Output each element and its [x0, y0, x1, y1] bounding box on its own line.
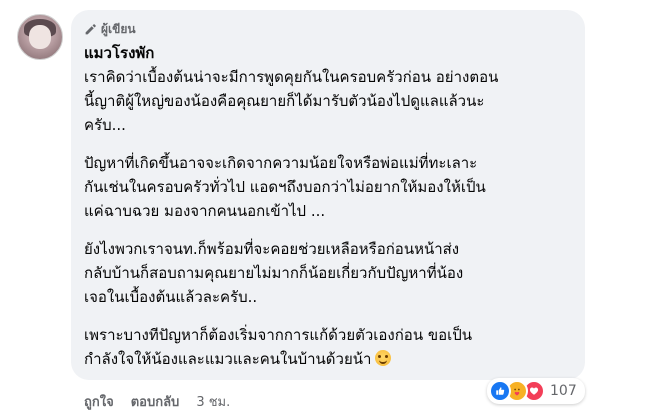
- text-line: นี้ญาติผู้ใหญ่ของน้องคือคุณยายก็ได้มารับ…: [84, 92, 485, 110]
- text-line: กำลังใจให้น้องและแมวและคนในบ้านด้วยน้า: [84, 347, 574, 371]
- reaction-summary[interactable]: 107: [487, 378, 585, 404]
- text-line-content: กำลังใจให้น้องและแมวและคนในบ้านด้วยน้า: [84, 350, 372, 368]
- smiling-face-emoji-icon: [375, 350, 392, 366]
- comment-timestamp[interactable]: 3 ชม.: [196, 391, 230, 412]
- author-name[interactable]: แมวโรงพัก: [84, 41, 154, 65]
- like-button[interactable]: ถูกใจ: [84, 391, 114, 412]
- text-line: ปัญหาที่เกิดขึ้นอาจจะเกิดจากความน้อยใจหร…: [84, 154, 478, 172]
- comment-actions: ถูกใจ ตอบกลับ 3 ชม.: [84, 391, 230, 412]
- text-line: เพราะบางทีปัญหาก็ต้องเริ่มจากการแก้ด้วยต…: [84, 326, 473, 344]
- pencil-icon: [85, 24, 96, 35]
- comment-paragraph: ยังไงพวกเราจนท.ก็พร้อมที่จะคอยช่วยเหลือห…: [84, 237, 574, 309]
- text-line: กันเช่นในครอบครัวทั่วไป แอดฯถึงบอกว่าไม่…: [84, 178, 486, 196]
- comment-paragraph: ปัญหาที่เกิดขึ้นอาจจะเกิดจากความน้อยใจหร…: [84, 151, 574, 223]
- reply-button[interactable]: ตอบกลับ: [131, 391, 180, 412]
- text-line: แค่ฉาบฉวย มองจากคนนอกเข้าไป ...: [84, 202, 326, 220]
- text-line: กลับบ้านก็สอบถามคุณยายไม่มากก็น้อยเกี่ยว…: [84, 264, 464, 282]
- comment-paragraph: เพราะบางทีปัญหาก็ต้องเริ่มจากการแก้ด้วยต…: [84, 323, 574, 371]
- like-icon: [489, 380, 511, 402]
- avatar[interactable]: [17, 14, 63, 60]
- text-line: ครับ...: [84, 116, 126, 134]
- comment-bubble: ผู้เขียน แมวโรงพัก เราคิดว่าเบื้องต้นน่า…: [71, 10, 585, 380]
- avatar-face: [29, 25, 51, 49]
- reaction-count: 107: [550, 383, 577, 399]
- author-badge-label: ผู้เขียน: [101, 22, 136, 36]
- comment-text: เราคิดว่าเบื้องต้นน่าจะมีการพูดคุยกันในค…: [84, 65, 574, 385]
- text-line: เจอในเบื้องต้นแล้วละครับ..: [84, 288, 258, 306]
- text-line: ยังไงพวกเราจนท.ก็พร้อมที่จะคอยช่วยเหลือห…: [84, 240, 460, 258]
- comment-paragraph: เราคิดว่าเบื้องต้นน่าจะมีการพูดคุยกันในค…: [84, 65, 574, 137]
- author-badge: ผู้เขียน: [84, 20, 136, 39]
- text-line: เราคิดว่าเบื้องต้นน่าจะมีการพูดคุยกันในค…: [84, 68, 499, 86]
